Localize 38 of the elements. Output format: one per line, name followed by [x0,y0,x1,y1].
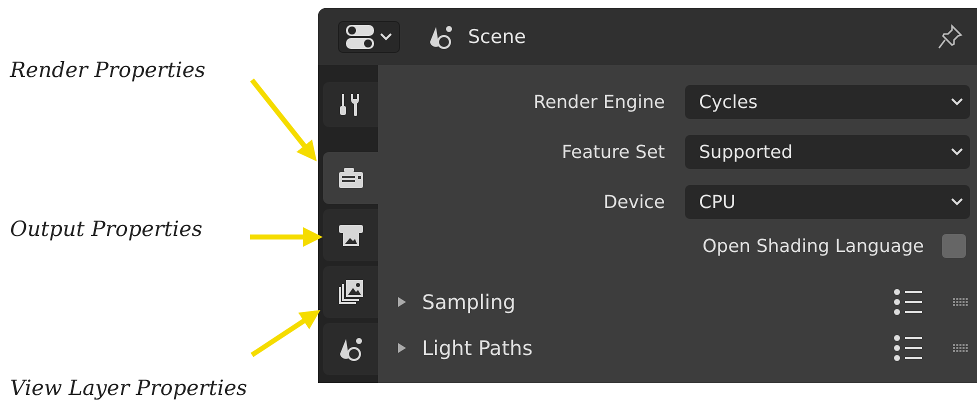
checkbox[interactable] [942,234,966,258]
scene-icon [338,336,364,362]
dropdown[interactable]: Cycles [685,85,970,119]
properties-tab[interactable] [323,323,378,375]
annotation-arrow [250,310,320,358]
panel-header-row[interactable]: Light Paths [378,325,977,371]
list-icon[interactable] [893,334,923,362]
panel-title: Sampling [422,290,517,314]
list-icon[interactable] [893,288,923,316]
printer-icon [338,223,364,247]
toggle-icon [345,24,375,50]
field-label: Device [602,192,666,212]
field-label: Render Engine [532,92,666,112]
image-stack-icon [338,279,364,305]
context-label: Scene [468,26,526,48]
properties-tab[interactable] [323,209,378,261]
panel-title: Light Paths [422,336,534,360]
checkbox-label: Open Shading Language [702,236,924,256]
caret-icon [950,147,964,157]
caret-icon [950,97,964,107]
properties-tab[interactable] [323,82,378,127]
caret-icon [950,197,964,207]
camera-back-icon [338,166,364,190]
annotation-label: Output Properties [10,216,202,243]
field-label: Feature Set [560,142,666,162]
caret-icon [379,32,393,42]
annotation-label: Render Properties [10,57,206,84]
scene-icon [428,24,454,50]
properties-tab[interactable] [323,152,378,204]
annotation-label: View Layer Properties [10,375,248,401]
dropdown[interactable]: CPU [685,185,970,219]
pin-icon[interactable] [937,24,963,50]
drag-handle-icon[interactable] [953,344,969,352]
dropdown[interactable]: Supported [685,135,970,169]
panel-header-row[interactable]: Sampling [378,279,977,325]
editor-type-button[interactable] [338,20,400,52]
properties-tab[interactable] [323,266,378,318]
drag-handle-icon[interactable] [953,298,969,306]
